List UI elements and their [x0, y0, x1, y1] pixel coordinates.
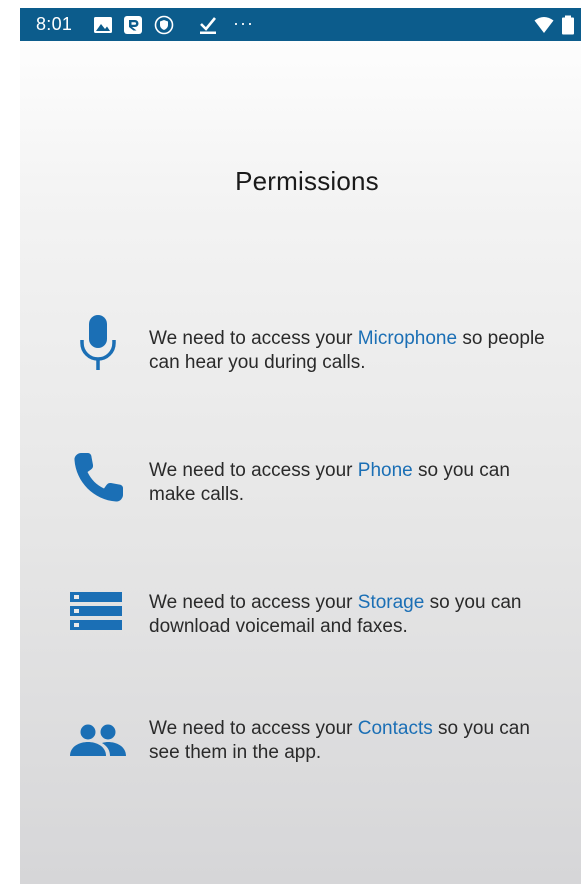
microphone-icon	[80, 315, 116, 370]
storage-icon	[70, 592, 122, 630]
app-r-icon	[124, 16, 142, 34]
battery-icon	[562, 15, 574, 35]
permissions-screen: 8:01 ··· Permissions We need to access y…	[20, 8, 581, 884]
wifi-icon	[534, 17, 554, 33]
permission-text: We need to access your Microphone so peo…	[149, 327, 559, 375]
permission-text-prefix: We need to access your	[149, 460, 358, 481]
permission-storage-highlight: Storage	[357, 592, 425, 613]
download-check-icon	[200, 17, 217, 34]
permission-text: We need to access your Phone so you can …	[149, 459, 559, 507]
permission-microphone-highlight: Microphone	[357, 328, 458, 349]
permission-text-prefix: We need to access your	[149, 328, 358, 349]
permission-text-prefix: We need to access your	[149, 592, 358, 613]
page-title: Permissions	[235, 166, 379, 196]
status-bar: 8:01 ···	[20, 8, 581, 41]
permission-text-prefix: We need to access your	[149, 718, 358, 739]
permission-contacts-highlight: Contacts	[357, 718, 433, 739]
status-time: 8:01	[36, 14, 73, 34]
permission-text: We need to access your Storage so you ca…	[149, 591, 559, 639]
status-overflow: ···	[233, 13, 254, 33]
permission-phone-highlight: Phone	[357, 460, 413, 481]
phone-icon	[74, 453, 123, 502]
image-icon	[94, 17, 112, 33]
contacts-icon	[70, 724, 126, 756]
permission-text: We need to access your Contacts so you c…	[149, 717, 559, 765]
shield-icon	[154, 15, 174, 35]
